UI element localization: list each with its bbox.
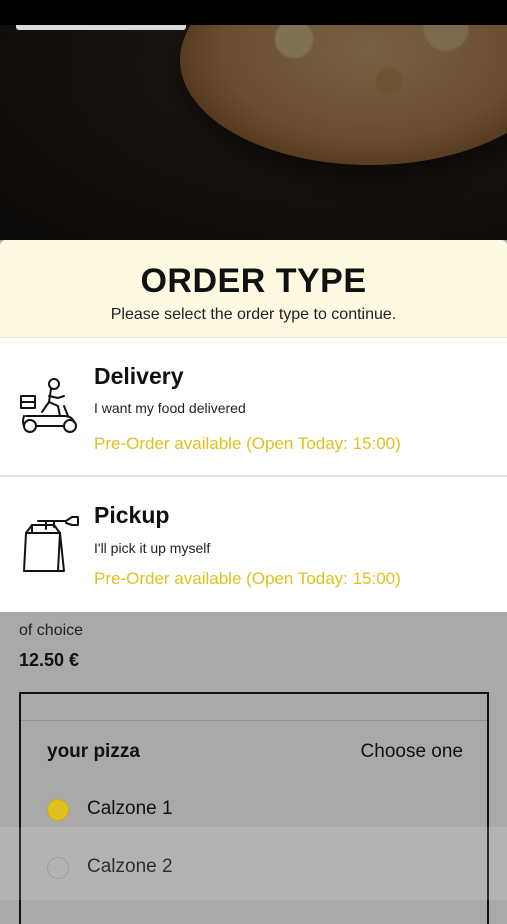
drag-handle[interactable]	[16, 25, 186, 30]
pickup-option[interactable]: Pickup I'll pick it up myself Pre-Order …	[0, 477, 507, 609]
order-type-modal: ORDER TYPE Please select the order type …	[0, 240, 507, 612]
product-price: 12.50 €	[19, 650, 80, 670]
delivery-option[interactable]: Delivery I want my food delivered Pre-Or…	[0, 338, 507, 477]
choice-group-hint: Choose one	[360, 741, 463, 762]
delivery-note: Pre-Order available (Open Today: 15:00)	[94, 434, 401, 453]
dimmed-product-detail: of choice 12.50 € your pizza Choose one …	[0, 612, 507, 924]
modal-subtitle: Please select the order type to continue…	[110, 306, 397, 323]
radio-selected-icon[interactable]	[47, 799, 69, 821]
modal-header: ORDER TYPE Please select the order type …	[0, 240, 507, 338]
choice-group-title: your pizza	[47, 741, 140, 762]
pickup-note: Pre-Order available (Open Today: 15:00)	[94, 569, 401, 588]
delivery-description: I want my food delivered	[94, 400, 246, 416]
modal-title: ORDER TYPE	[140, 262, 367, 300]
pickup-title: Pickup	[94, 502, 170, 528]
choice-label: Calzone 1	[87, 798, 173, 819]
pickup-bag-icon	[23, 516, 79, 572]
delivery-title: Delivery	[94, 363, 184, 389]
product-description: of choice	[19, 622, 84, 639]
divider	[21, 720, 487, 721]
delivery-scooter-icon	[20, 378, 77, 433]
status-bar	[0, 0, 507, 25]
hero-image	[0, 25, 507, 240]
pickup-description: I'll pick it up myself	[94, 540, 211, 556]
